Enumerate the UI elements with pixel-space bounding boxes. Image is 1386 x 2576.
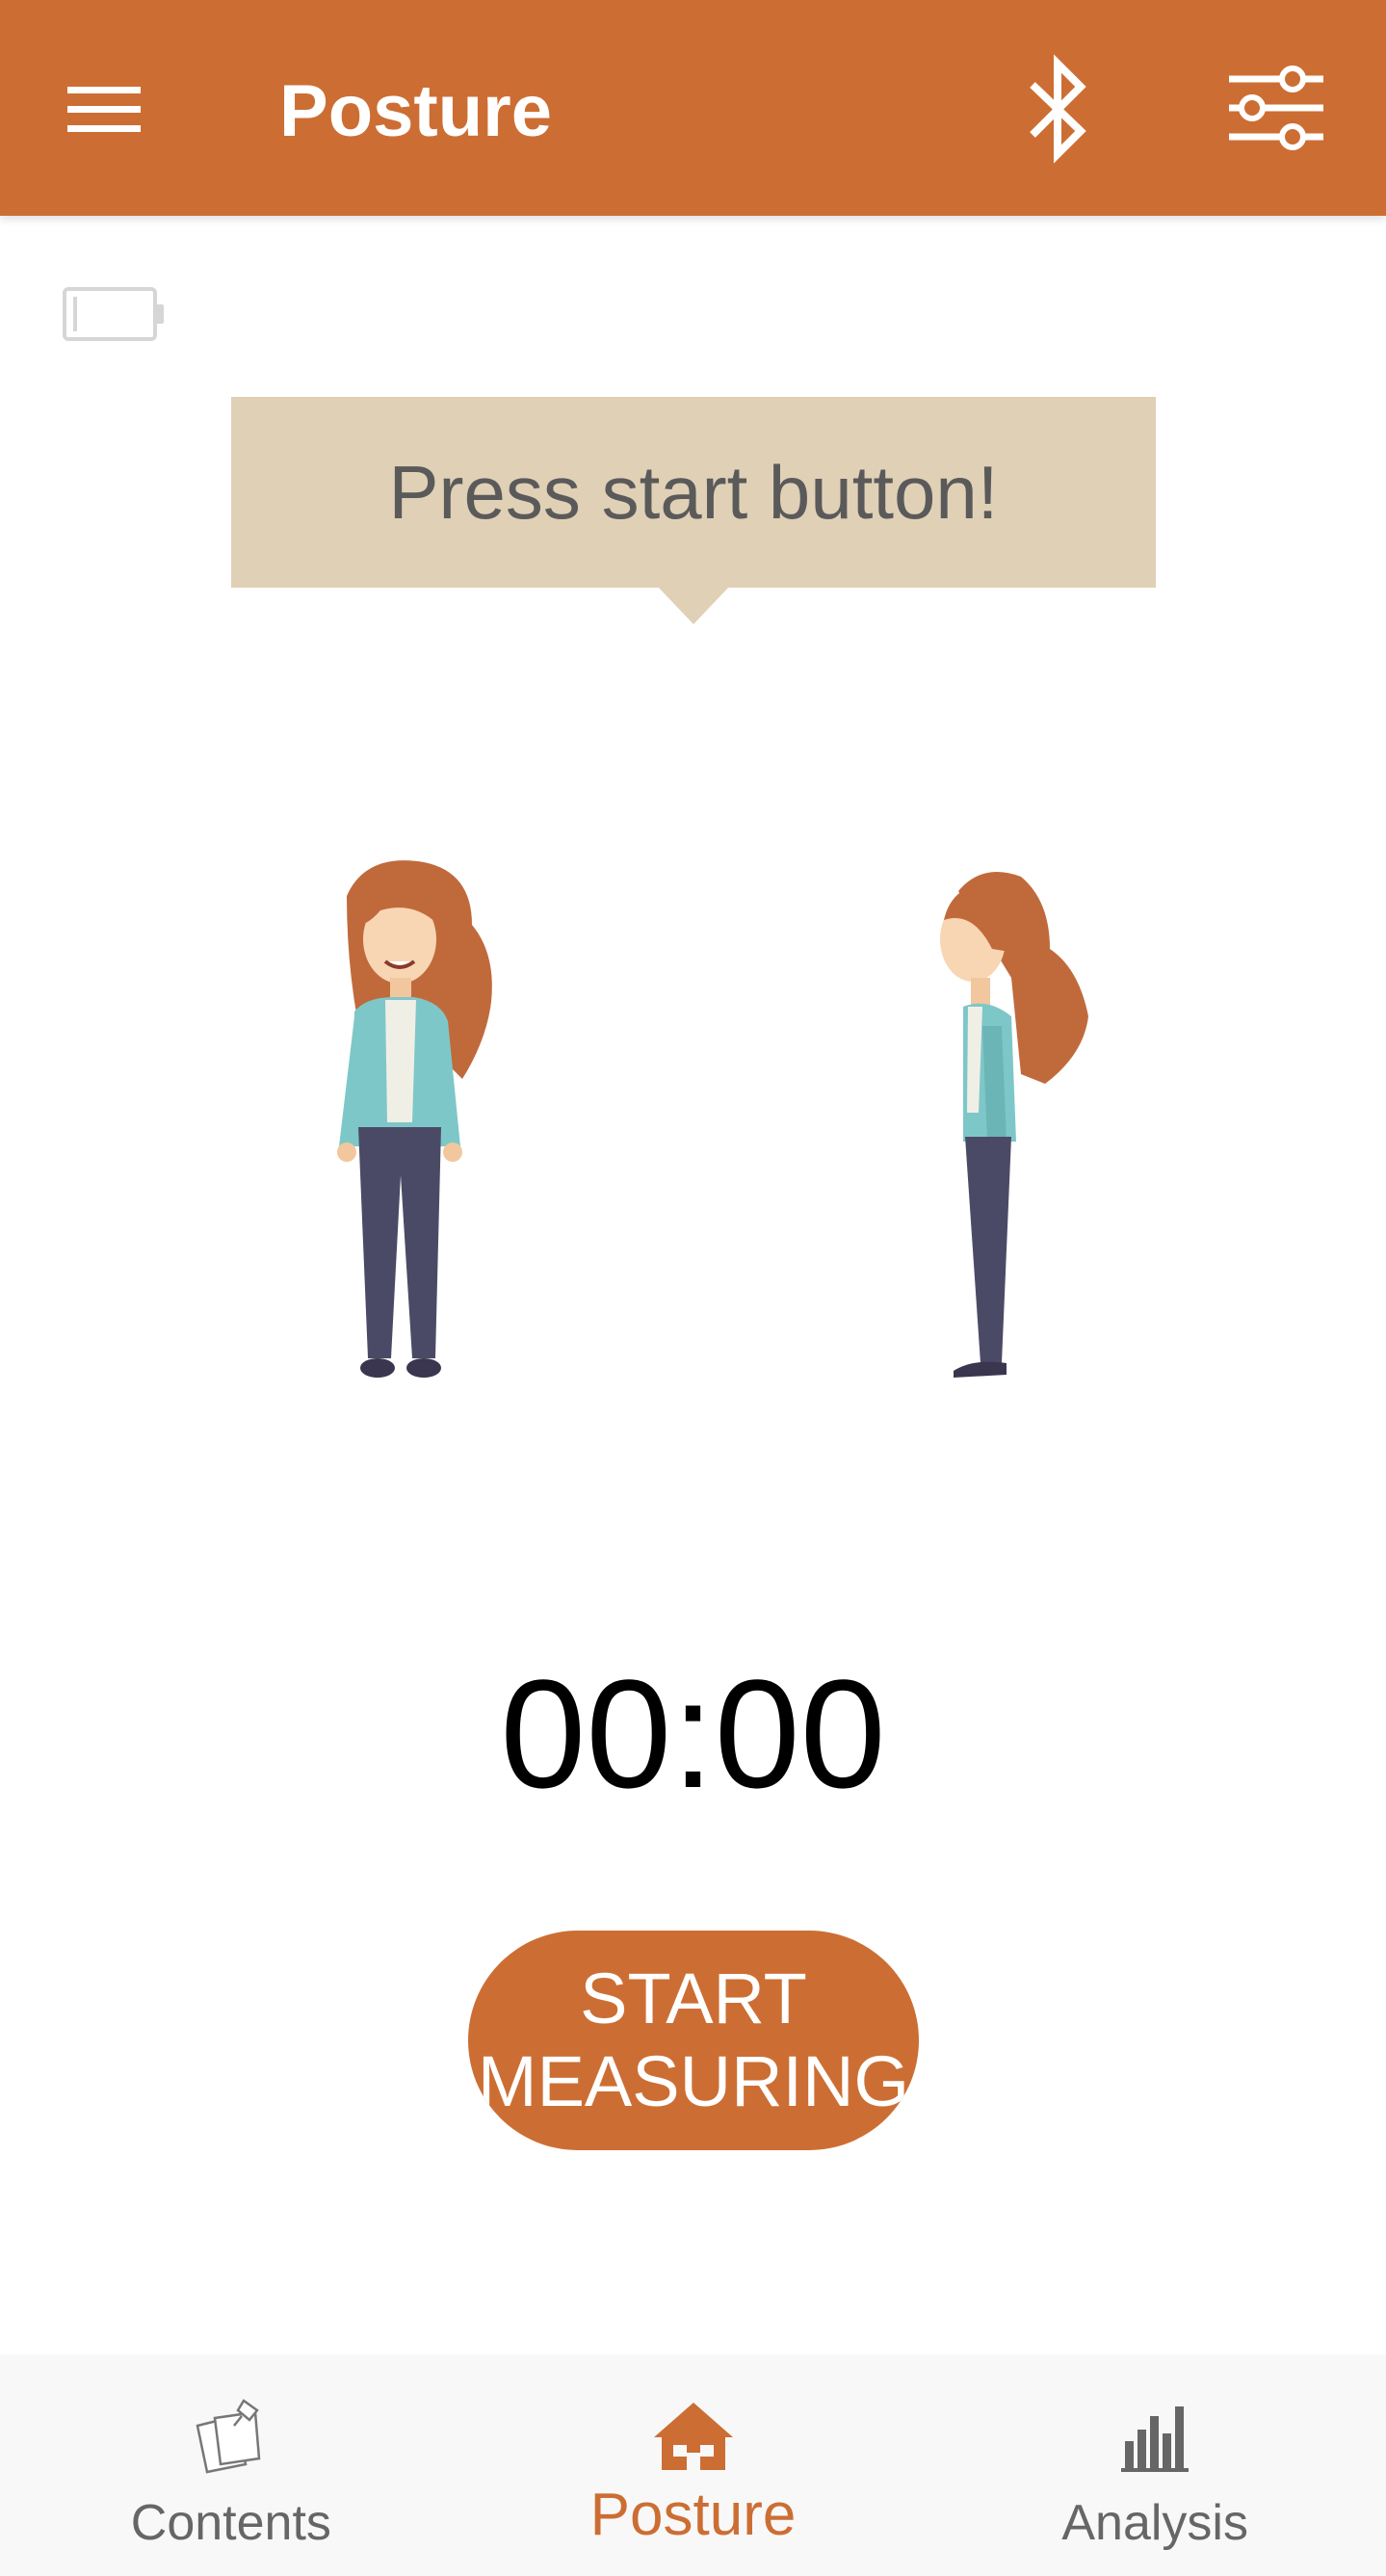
nav-label-contents: Contents <box>130 2495 331 2551</box>
battery-empty-icon <box>63 287 164 341</box>
instruction-text: Press start button! <box>388 449 999 535</box>
instruction-bubble: Press start button! <box>231 397 1156 588</box>
hamburger-menu-icon <box>67 87 141 132</box>
menu-button[interactable] <box>58 69 154 146</box>
bluetooth-icon <box>1030 54 1086 164</box>
home-icon <box>653 2403 733 2470</box>
page-title: Posture <box>279 70 552 152</box>
sliders-settings-icon <box>1229 66 1323 150</box>
settings-button[interactable] <box>1223 60 1329 156</box>
bottom-navigation: Contents Posture Analysis <box>0 2354 1386 2576</box>
nav-item-posture[interactable]: Posture <box>462 2354 925 2576</box>
woman-side-view-illustration <box>915 862 1108 1421</box>
battery-indicator <box>62 283 168 345</box>
start-button-line2: MEASURING <box>477 2041 910 2121</box>
notes-pin-icon <box>196 2399 261 2474</box>
nav-label-analysis: Analysis <box>1061 2495 1248 2551</box>
bar-chart-icon <box>1121 2406 1190 2472</box>
bubble-tail <box>657 586 730 624</box>
nav-item-contents[interactable]: Contents <box>0 2354 462 2576</box>
woman-front-view-illustration <box>327 857 520 1416</box>
app-bar: Posture <box>0 0 1386 216</box>
nav-label-posture: Posture <box>589 2482 797 2548</box>
bluetooth-button[interactable] <box>1021 48 1098 173</box>
start-button-line1: START <box>580 1958 807 2038</box>
start-measuring-button[interactable]: START MEASURING <box>468 1931 919 2150</box>
timer-display: 00:00 <box>500 1647 886 1820</box>
nav-item-analysis[interactable]: Analysis <box>924 2354 1386 2576</box>
